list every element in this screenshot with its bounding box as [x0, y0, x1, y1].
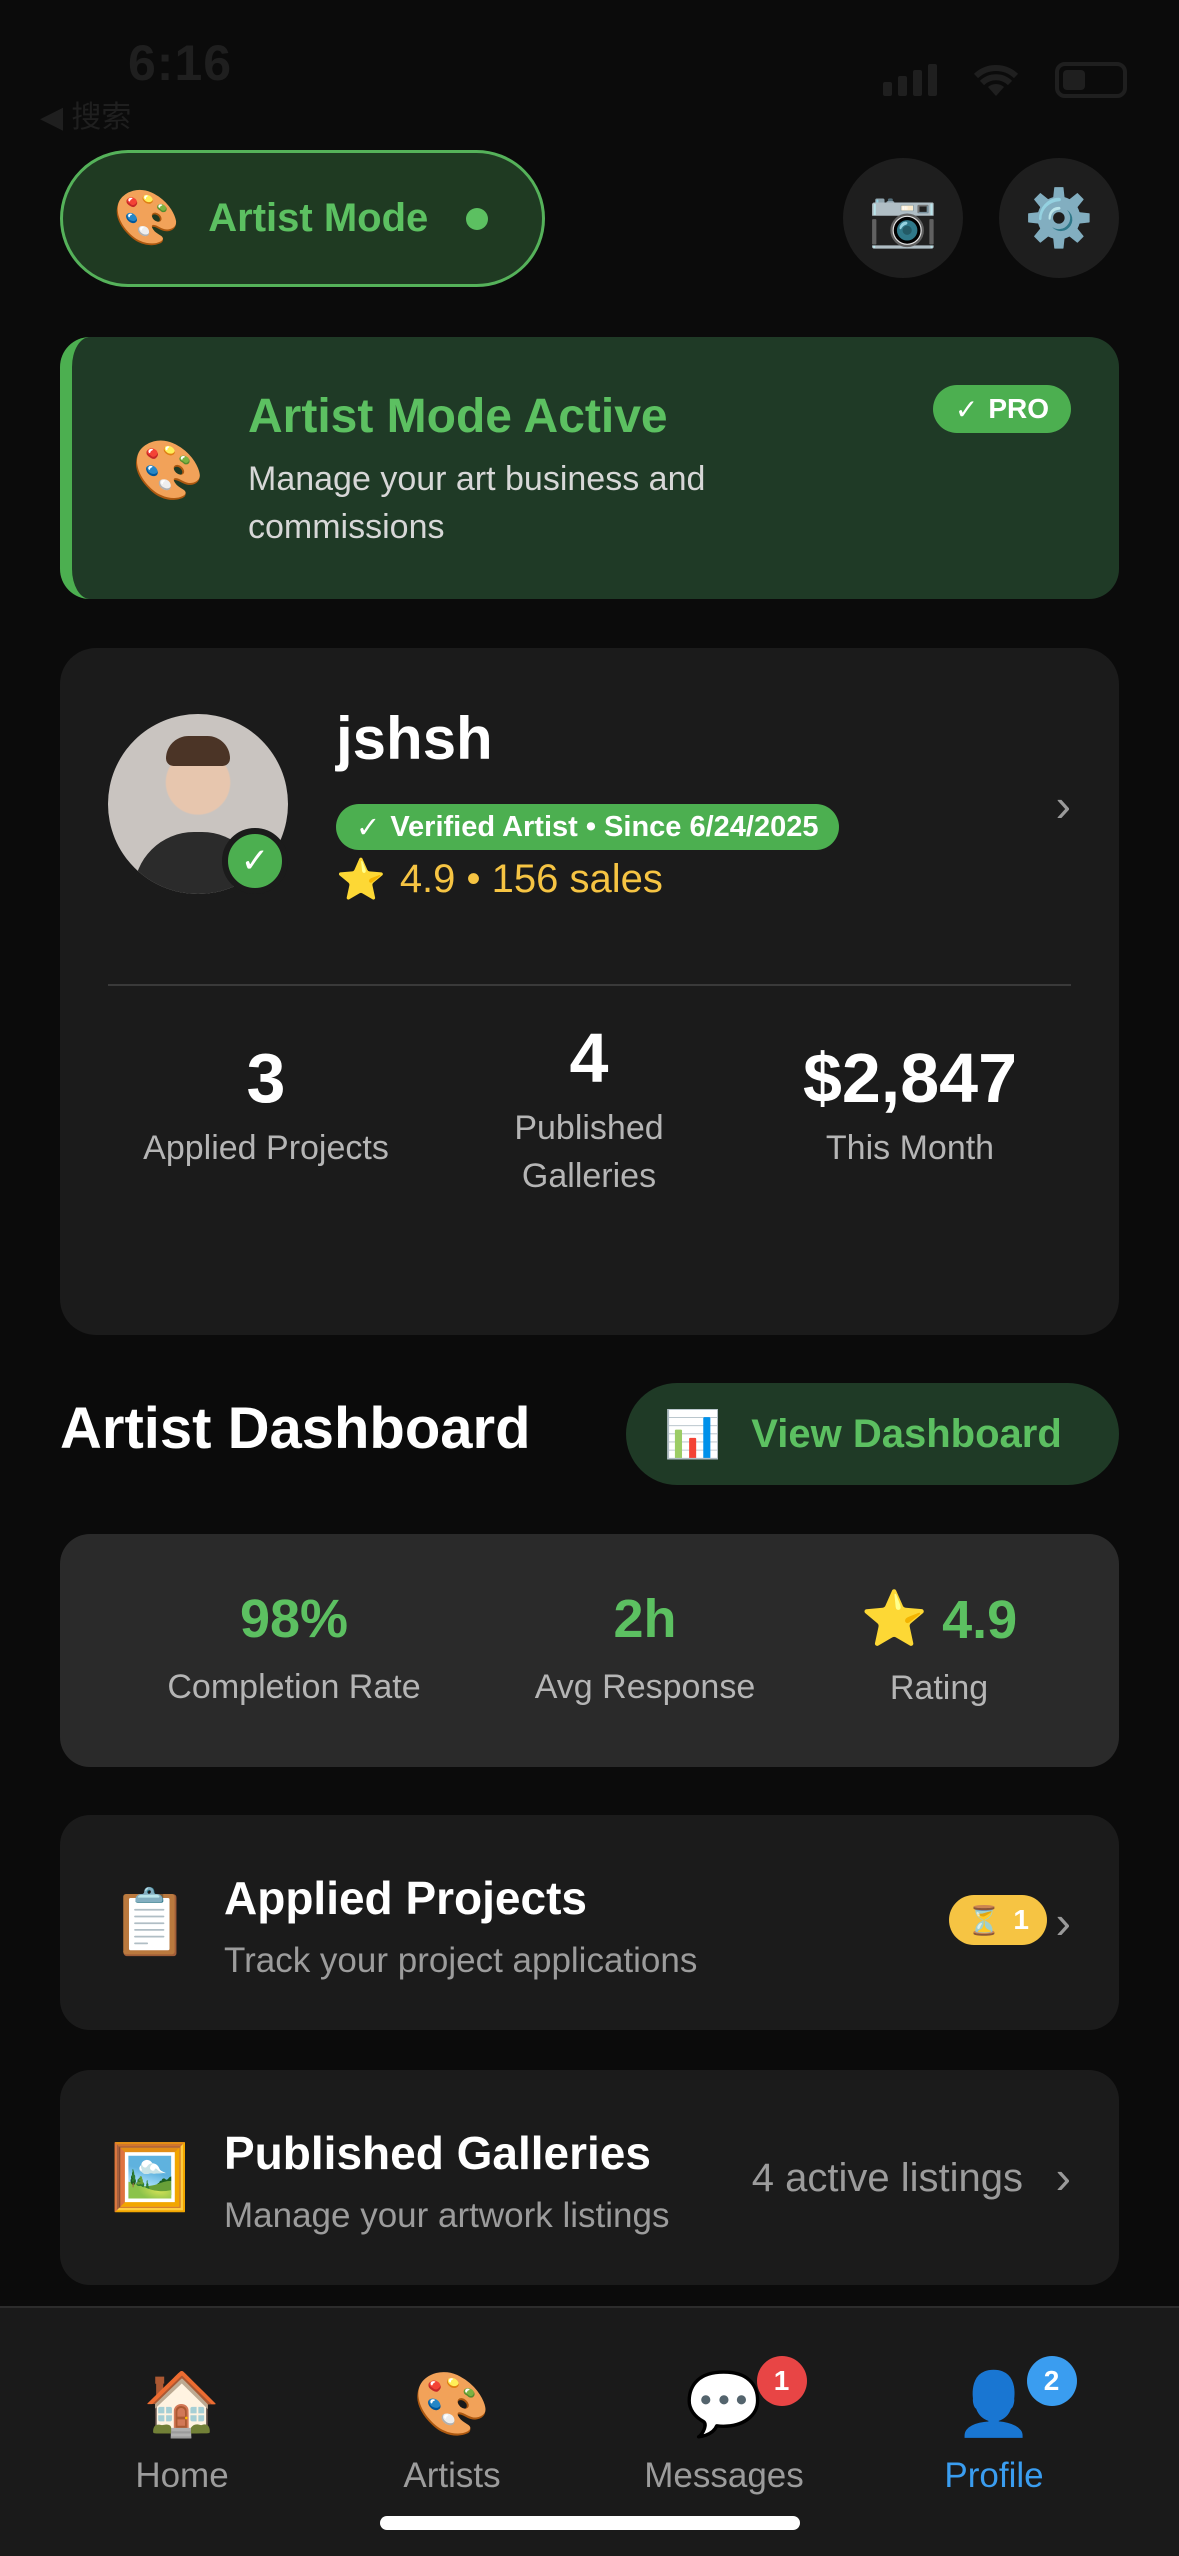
view-dashboard-button[interactable]: 📊 View Dashboard — [626, 1383, 1119, 1485]
user-glyph: 👤 — [955, 2370, 1033, 2439]
stat-label: Applied Projects — [143, 1129, 389, 1167]
palette-icon: 🎨 — [113, 188, 181, 248]
user-icon: 👤 2 — [955, 2356, 1077, 2448]
verified-artist-badge: ✓ Verified Artist • Since 6/24/2025 — [336, 804, 839, 850]
check-icon: ✓ — [954, 393, 979, 425]
pending-badge: ⏳ 1 — [948, 1895, 1047, 1945]
settings-button[interactable]: ⚙️ — [999, 158, 1119, 278]
banner-title: Artist Mode Active — [248, 390, 668, 443]
pending-count: 1 — [1013, 1904, 1029, 1935]
stat-this-month: $2,847 This Month — [750, 1038, 1070, 1172]
chevron-right-icon: › — [1055, 2151, 1071, 2203]
banner-subtitle: Manage your art business and commissions — [248, 460, 706, 546]
back-to-search-link[interactable]: ◀ 搜索 — [40, 92, 131, 136]
verified-artist-label: Verified Artist • Since 6/24/2025 — [390, 810, 819, 843]
stat-label: This Month — [825, 1129, 995, 1167]
status-icons — [883, 62, 1127, 98]
metric-label: Rating — [889, 1669, 989, 1707]
bar-chart-icon: 📊 — [664, 1407, 722, 1460]
speech-bubble-glyph: 💬 — [685, 2370, 763, 2439]
stat-published-galleries: 4 Published Galleries — [429, 1018, 749, 1200]
camera-icon: 📷 — [868, 186, 938, 249]
tab-label: Profile — [944, 2456, 1044, 2495]
gear-icon: ⚙️ — [1024, 186, 1094, 249]
artist-mode-toggle[interactable]: 🎨 Artist Mode — [60, 150, 545, 287]
metric-value: 98% — [239, 1589, 349, 1649]
artist-mode-label: Artist Mode — [208, 196, 429, 240]
tab-artists[interactable]: 🎨 Artists — [332, 2368, 572, 2496]
applied-projects-card[interactable]: 📋 Applied Projects Track your project ap… — [60, 1815, 1119, 2030]
unread-badge: 1 — [756, 2356, 807, 2406]
stat-value: 3 — [246, 1039, 286, 1117]
notification-badge: 2 — [1026, 2356, 1077, 2406]
tab-home[interactable]: 🏠 Home — [62, 2368, 302, 2496]
card-subtitle: Manage your artwork listings — [224, 2196, 670, 2235]
metric-value-row: ⭐ 4.9 — [779, 1588, 1099, 1651]
rating-text: 4.9 • 156 sales — [399, 857, 663, 901]
stat-applied-projects: 3 Applied Projects — [106, 1038, 426, 1172]
artist-mode-banner: 🎨 Artist Mode Active Manage your art bus… — [60, 337, 1119, 599]
pro-badge-label: PRO — [988, 393, 1049, 424]
tab-label: Artists — [403, 2456, 501, 2495]
house-icon: 🏠 — [143, 2368, 220, 2448]
tab-label: Home — [135, 2456, 229, 2495]
stat-label: Published Galleries — [514, 1109, 664, 1195]
camera-button[interactable]: 📷 — [843, 158, 963, 278]
palette-icon: 🎨 — [132, 438, 205, 503]
metric-label: Completion Rate — [167, 1668, 421, 1706]
metric-value: 4.9 — [942, 1589, 1018, 1650]
metric-avg-response: 2h Avg Response — [485, 1588, 805, 1707]
tab-label: Messages — [644, 2456, 804, 2495]
hourglass-icon: ⏳ — [966, 1904, 1002, 1936]
chevron-right-icon: › — [1055, 1896, 1071, 1948]
performance-metrics: 98% Completion Rate 2h Avg Response ⭐ 4.… — [60, 1534, 1119, 1767]
clipboard-icon: 📋 — [110, 1886, 190, 1958]
profile-card[interactable]: ✓ jshsh ✓ Verified Artist • Since 6/24/2… — [60, 648, 1119, 1335]
active-listings-count: 4 active listings — [751, 2156, 1023, 2200]
card-title: Applied Projects — [224, 1872, 587, 1924]
stat-value: $2,847 — [802, 1039, 1018, 1117]
rating-summary: ⭐ 4.9 • 156 sales — [336, 856, 663, 903]
metric-label: Avg Response — [534, 1668, 756, 1706]
verified-check-icon: ✓ — [222, 828, 288, 894]
avatar-hair — [166, 736, 230, 766]
card-subtitle: Track your project applications — [224, 1941, 698, 1980]
speech-bubble-icon: 💬 1 — [685, 2356, 807, 2448]
wifi-icon — [973, 65, 1019, 96]
card-title: Published Galleries — [224, 2127, 651, 2179]
check-icon: ✓ — [356, 811, 381, 844]
battery-icon — [1055, 62, 1127, 98]
house-glyph: 🏠 — [143, 2370, 221, 2439]
star-icon: ⭐ — [860, 1589, 929, 1649]
published-galleries-card[interactable]: 🖼️ Published Galleries Manage your artwo… — [60, 2070, 1119, 2285]
cellular-signal-icon — [883, 64, 937, 96]
divider — [108, 984, 1071, 986]
username: jshsh — [336, 705, 493, 772]
star-icon: ⭐ — [336, 858, 386, 902]
framed-picture-icon: 🖼️ — [110, 2141, 190, 2213]
palette-icon: 🎨 — [413, 2368, 490, 2448]
metric-value: 2h — [613, 1589, 677, 1649]
chevron-right-icon: › — [1055, 779, 1071, 831]
pro-badge: ✓ PRO — [932, 385, 1071, 433]
stat-value: 4 — [569, 1019, 609, 1097]
home-indicator[interactable] — [380, 2516, 800, 2530]
metric-rating: ⭐ 4.9 Rating — [779, 1588, 1099, 1708]
active-indicator-dot — [466, 207, 489, 230]
palette-glyph: 🎨 — [413, 2370, 491, 2439]
metric-completion-rate: 98% Completion Rate — [134, 1588, 454, 1707]
status-time: 6:16 — [128, 35, 233, 91]
tab-messages[interactable]: 💬 1 Messages — [604, 2356, 844, 2496]
section-title: Artist Dashboard — [60, 1396, 531, 1461]
view-dashboard-label: View Dashboard — [751, 1411, 1062, 1456]
tab-profile[interactable]: 👤 2 Profile — [874, 2356, 1114, 2496]
